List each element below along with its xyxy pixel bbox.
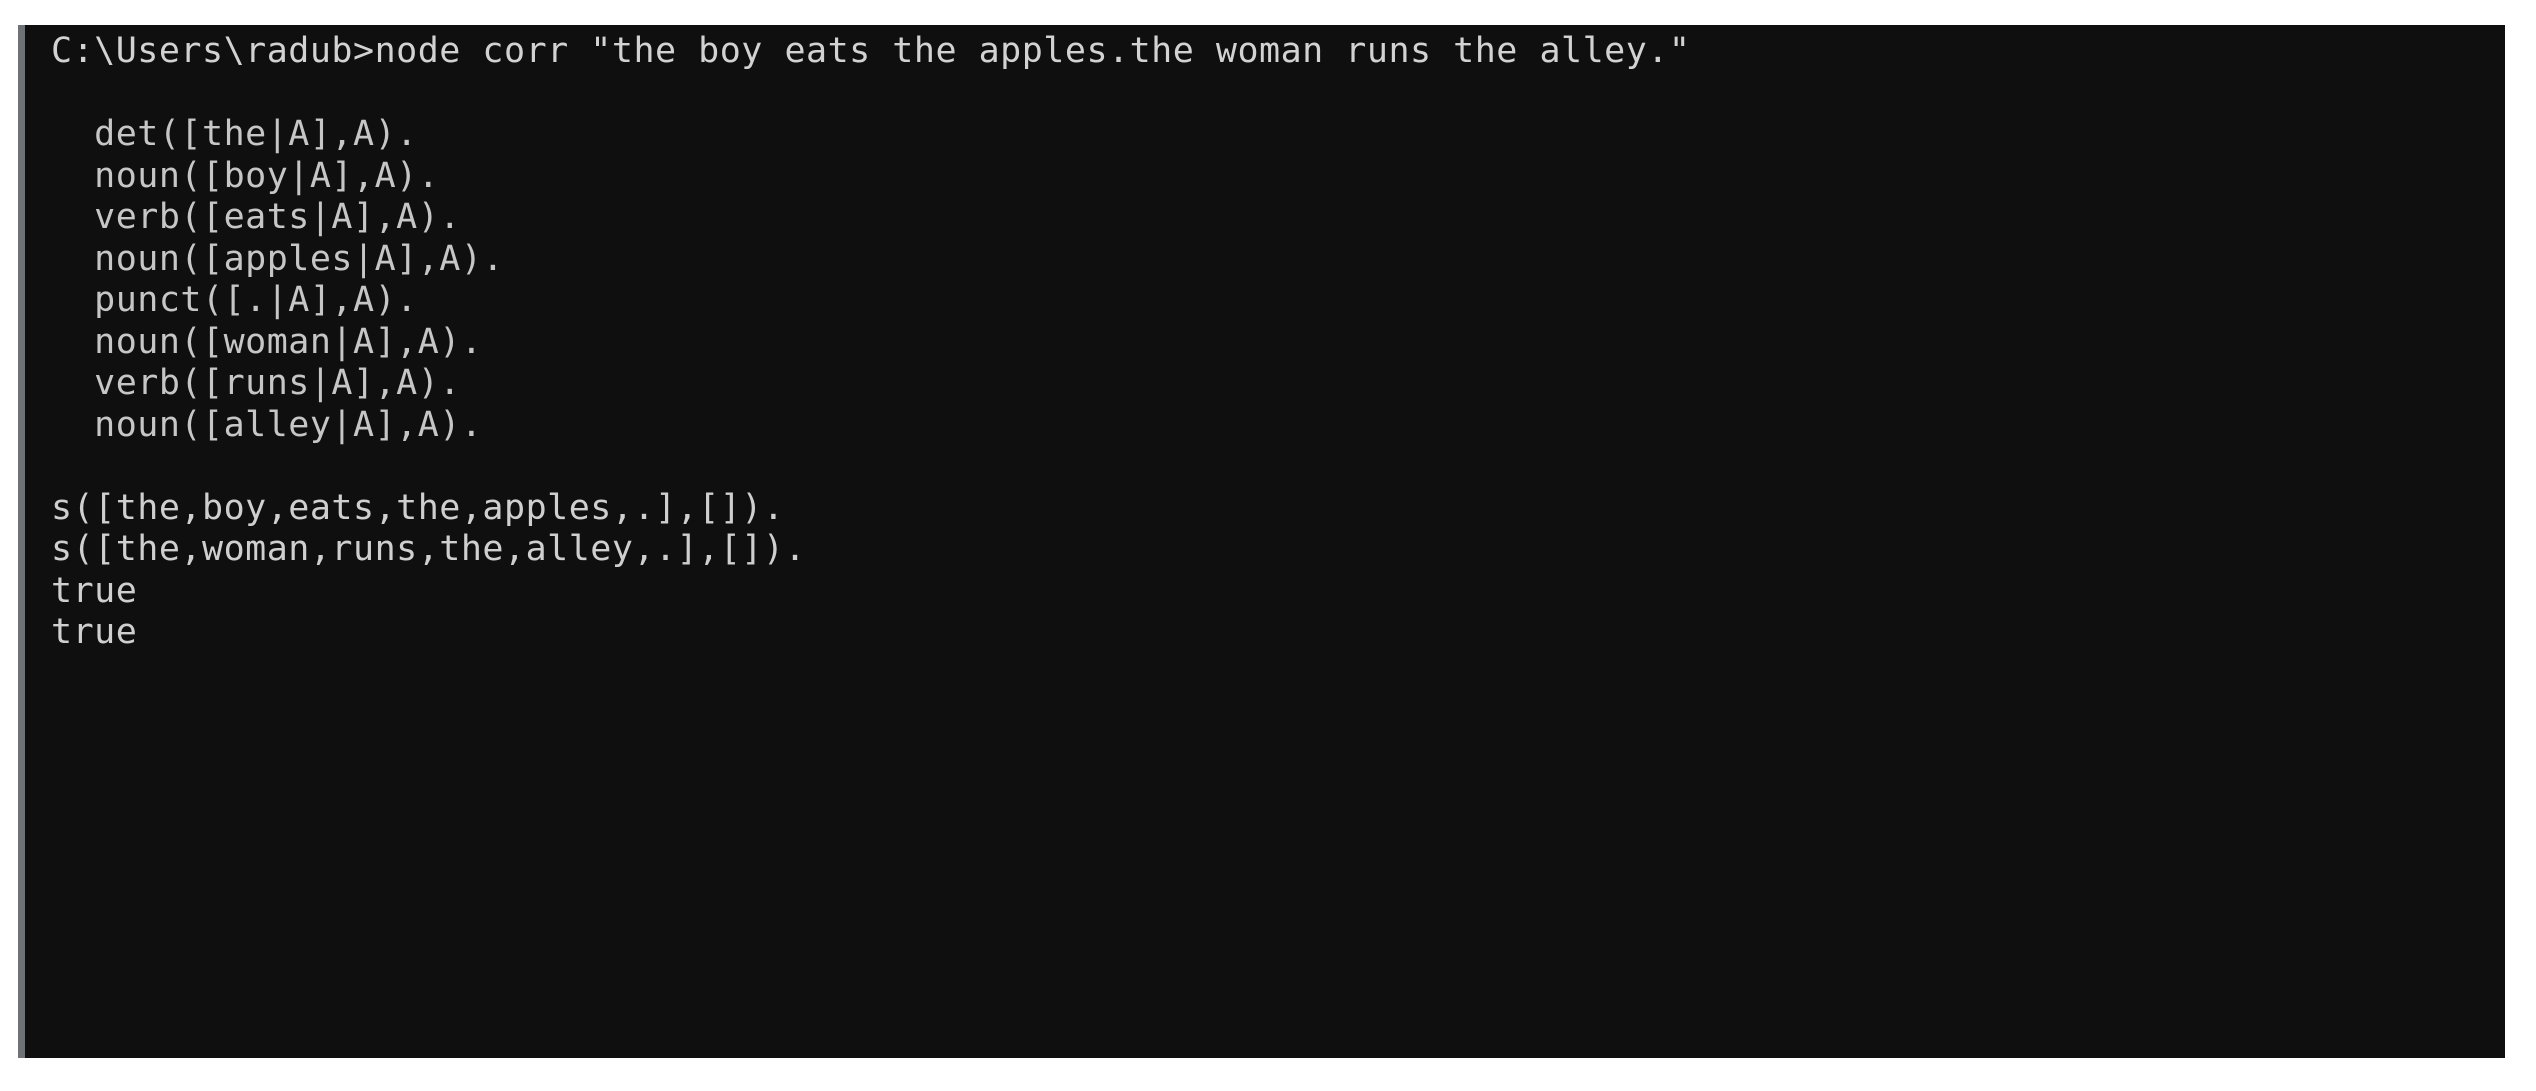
console-fact-verb-eats: verb([eats|A],A). — [51, 197, 461, 237]
console-fact-noun-alley: noun([alley|A],A). — [51, 404, 483, 445]
console-result-true-2: true — [51, 612, 138, 652]
console-fact-noun-woman: noun([woman|A],A). — [51, 321, 483, 362]
console-blank-line-2 — [51, 446, 2505, 488]
console-fact-punct-period: punct([.|A],A). — [51, 280, 418, 320]
console-fact-verb-runs: verb([runs|A],A). — [51, 363, 461, 403]
console-result-true-1: true — [51, 570, 138, 611]
console-fact-noun-apples: noun([apples|A],A). — [51, 238, 505, 279]
console-prompt-line: C:\Users\radub>node corr "the boy eats t… — [51, 31, 1691, 71]
console-fact-noun-boy: noun([boy|A],A). — [51, 155, 440, 196]
console-clause-sentence-1: s([the,boy,eats,the,apples,.],[]). — [51, 487, 785, 528]
console-output-area[interactable]: C:\Users\radub>node corr "the boy eats t… — [25, 25, 2505, 1058]
console-line-list: C:\Users\radub>node corr "the boy eats t… — [51, 31, 2505, 654]
console-clause-sentence-2: s([the,woman,runs,the,alley,.],[]). — [51, 529, 807, 569]
command-prompt-window[interactable]: C:\Users\radub>node corr "the boy eats t… — [18, 25, 2505, 1058]
console-fact-det-the: det([the|A],A). — [51, 114, 418, 154]
console-left-scroll-rail[interactable] — [18, 25, 25, 1058]
